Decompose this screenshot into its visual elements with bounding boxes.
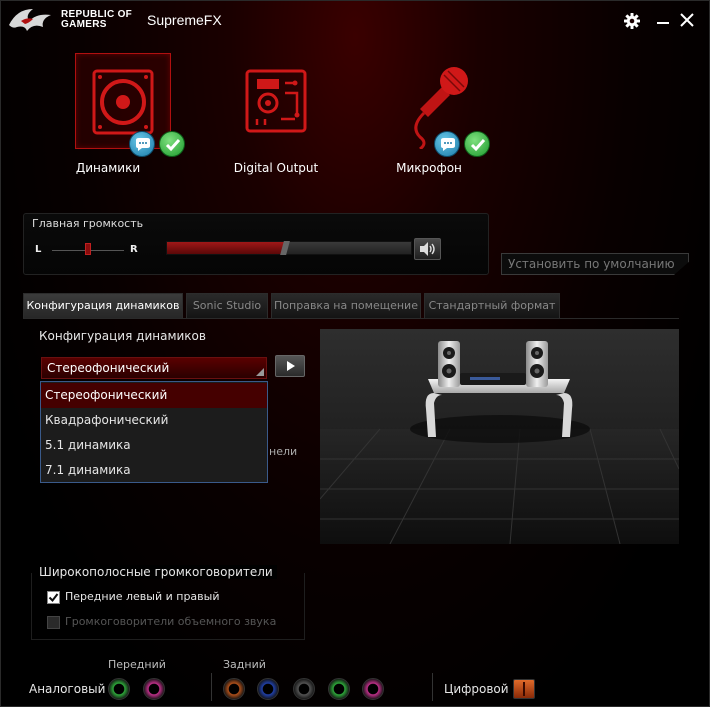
master-volume-panel: Главная громкость L R [23, 213, 489, 275]
device-speakers[interactable]: Динамики [51, 53, 185, 183]
balance-left-label: L [35, 244, 42, 255]
speaker-icon [92, 69, 154, 135]
balance-right-label: R [130, 244, 138, 255]
jack-separator [211, 673, 212, 701]
spdif-jack[interactable] [513, 679, 535, 699]
mute-button[interactable] [414, 238, 441, 260]
device-label: Digital Output [233, 161, 319, 175]
tab-speaker-config[interactable]: Конфигурация динамиков [23, 293, 183, 319]
rear-jack-blue[interactable] [257, 678, 279, 700]
title-bar: REPUBLIC OF GAMERS SupremeFX [1, 1, 709, 41]
chat-icon[interactable] [434, 131, 460, 157]
surround-label: Громкоговорители объемного звука [65, 615, 277, 628]
circuit-board-icon [245, 69, 307, 133]
device-label: Микрофон [396, 161, 462, 175]
front-lr-label: Передние левый и правый [65, 590, 220, 603]
dropdown-option[interactable]: Стереофонический [41, 383, 267, 408]
checkmark-icon [159, 131, 185, 157]
tab-sonic-studio[interactable]: Sonic Studio [186, 293, 268, 318]
close-icon[interactable] [677, 11, 697, 31]
rear-jack-orange[interactable] [223, 678, 245, 700]
device-digital-frame [225, 53, 321, 149]
jack-separator [432, 673, 433, 701]
partial-label: нели [269, 445, 298, 458]
tab-default-format[interactable]: Стандартный формат [424, 293, 560, 318]
rear-jack-green[interactable] [328, 678, 350, 700]
play-test-button[interactable] [275, 355, 305, 377]
minimize-icon[interactable] [653, 11, 673, 31]
dropdown-option[interactable]: 5.1 динамика [41, 433, 267, 458]
tab-room-correction[interactable]: Поправка на помещение [271, 293, 421, 318]
rear-jacks-label: Задний [223, 658, 266, 671]
front-jack-green[interactable] [108, 678, 130, 700]
app-title: SupremeFX [147, 12, 222, 28]
microphone-icon [414, 67, 468, 151]
device-speakers-frame [75, 53, 171, 149]
front-lr-checkbox[interactable] [47, 591, 60, 604]
rear-jack-gray[interactable] [293, 678, 315, 700]
front-jacks-label: Передний [108, 658, 166, 671]
set-default-button[interactable]: Установить по умолчанию [501, 253, 689, 275]
rear-jack-pink[interactable] [362, 678, 384, 700]
front-jack-pink[interactable] [143, 678, 165, 700]
wideband-title: Широкополосные громкоговорители [39, 565, 277, 579]
speaker-volume-icon [420, 242, 435, 256]
device-label: Динамики [75, 161, 141, 175]
gear-icon[interactable] [622, 11, 642, 31]
device-microphone[interactable]: Микрофон [356, 53, 490, 183]
dropdown-option[interactable]: Квадрафонический [41, 408, 267, 433]
analog-label: Аналоговый [29, 682, 106, 696]
surround-checkbox[interactable] [47, 616, 60, 629]
wideband-group [31, 573, 305, 640]
check-icon [48, 593, 59, 603]
dropdown-option[interactable]: 7.1 динамика [41, 458, 267, 483]
supremefx-window: REPUBLIC OF GAMERS SupremeFX Динамики Di… [0, 0, 710, 707]
master-volume-title: Главная громкость [32, 217, 144, 230]
brand-name: REPUBLIC OF GAMERS [61, 9, 133, 30]
balance-slider-handle[interactable] [85, 243, 91, 255]
speaker-config-select[interactable]: Стереофонический [41, 357, 267, 379]
speaker-config-label: Конфигурация динамиков [39, 329, 206, 343]
volume-slider[interactable] [166, 241, 412, 255]
speaker-preview [320, 329, 679, 544]
chat-icon[interactable] [129, 131, 155, 157]
checkmark-icon [464, 131, 490, 157]
volume-slider-fill [167, 242, 285, 254]
speaker-config-dropdown: Стереофонический Квадрафонический 5.1 ди… [40, 381, 268, 483]
digital-label: Цифровой [444, 682, 509, 696]
speaker-preview-illustration [320, 341, 679, 544]
tab-divider [23, 318, 679, 319]
device-digital-output[interactable]: Digital Output [201, 53, 321, 183]
rog-logo [9, 9, 51, 31]
device-mic-frame [380, 53, 476, 151]
